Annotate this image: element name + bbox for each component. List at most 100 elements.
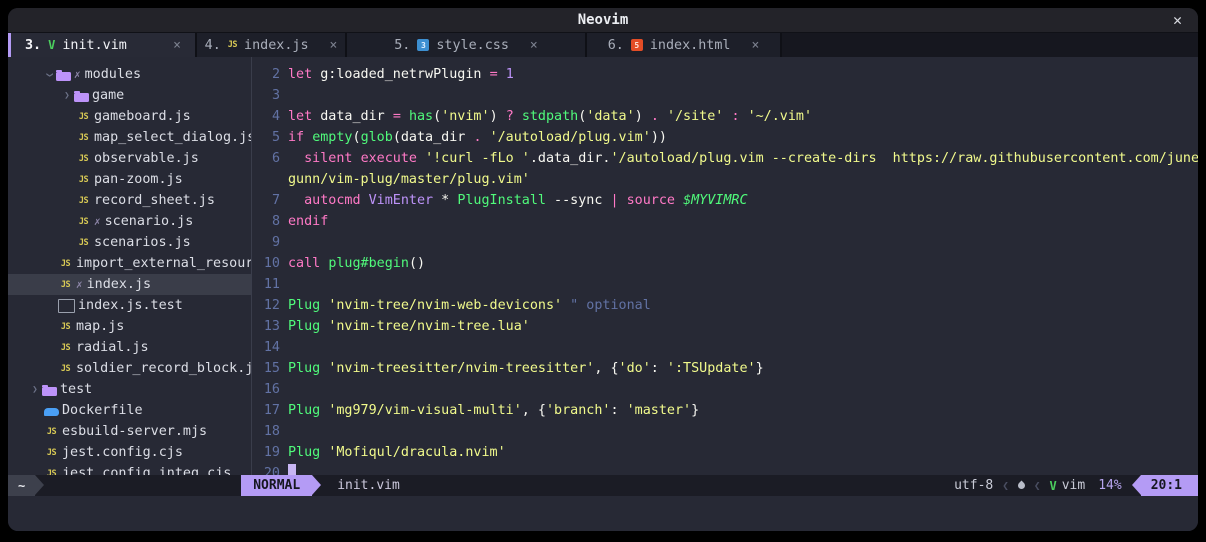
code-line-16[interactable]: 16 bbox=[252, 379, 1198, 400]
code-line-6[interactable]: 6 silent execute '!curl -fLo '.data_dir.… bbox=[252, 148, 1198, 169]
tree-item-game[interactable]: ❯ game bbox=[8, 85, 251, 106]
token: endif bbox=[288, 214, 328, 229]
token: let bbox=[288, 109, 312, 124]
tree-item-scenarios-js[interactable]: JSscenarios.js bbox=[8, 232, 251, 253]
token: --sync bbox=[546, 193, 611, 208]
cursor-position: 20:1 bbox=[1141, 475, 1198, 496]
tab-index-js[interactable]: 4.JSindex.js× bbox=[197, 33, 347, 57]
scroll-progress: 14% bbox=[1098, 478, 1121, 493]
tab-style-css[interactable]: 5.3style.css× bbox=[347, 33, 587, 57]
tab-label: style.css bbox=[436, 38, 509, 53]
code-text: Plug 'mg979/vim-visual-multi', {'branch'… bbox=[280, 403, 699, 418]
code-text: let data_dir = has('nvim') ? stdpath('da… bbox=[280, 109, 812, 124]
chevron-left-icon: ❮ bbox=[1034, 479, 1041, 492]
code-line-10[interactable]: 10call plug#begin() bbox=[252, 253, 1198, 274]
editor-buffer[interactable]: 2let g:loaded_netrwPlugin = 1 3 4let data_… bbox=[252, 57, 1198, 475]
tree-item-dockerfile[interactable]: Dockerfile bbox=[8, 400, 251, 421]
code-line-20[interactable]: 20 bbox=[252, 463, 1198, 475]
token bbox=[514, 109, 522, 124]
tree-item-record-sheet-js[interactable]: JSrecord_sheet.js bbox=[8, 190, 251, 211]
tab-init-vim[interactable]: 3.Vinit.vim× bbox=[11, 33, 197, 57]
tree-item-test[interactable]: ❯test bbox=[8, 379, 251, 400]
statusline-right: utf-8 ❮ ❮ Vvim 14% bbox=[954, 475, 1122, 496]
window-close-icon[interactable]: ✕ bbox=[1173, 8, 1182, 32]
tree-item-modules[interactable]: ❯✗modules bbox=[8, 64, 251, 85]
tree-item-gameboard-js[interactable]: JSgameboard.js bbox=[8, 106, 251, 127]
token: silent bbox=[304, 151, 352, 166]
token: () bbox=[409, 256, 425, 271]
code-line-15[interactable]: 15Plug 'nvim-treesitter/nvim-treesitter'… bbox=[252, 358, 1198, 379]
tree-item-import-external-resour[interactable]: JSimport_external_resour bbox=[8, 253, 251, 274]
tree-status-segment: ~ bbox=[8, 475, 35, 496]
code-line-18[interactable]: 18 bbox=[252, 421, 1198, 442]
powerline-arrow bbox=[35, 475, 44, 495]
code-line-9[interactable]: 9 bbox=[252, 232, 1198, 253]
token bbox=[740, 109, 748, 124]
code-line-11[interactable]: 11 bbox=[252, 274, 1198, 295]
tree-item-index-js-test[interactable]: index.js.test bbox=[8, 295, 251, 316]
code-line-17[interactable]: 17Plug 'mg979/vim-visual-multi', {'branc… bbox=[252, 400, 1198, 421]
token: , { bbox=[522, 403, 546, 418]
token: $MYVIMRC bbox=[683, 193, 748, 208]
tree-item-map-js[interactable]: JSmap.js bbox=[8, 316, 251, 337]
js-icon: JS bbox=[76, 133, 91, 143]
tab-close-icon[interactable]: × bbox=[751, 38, 759, 53]
code-line-14[interactable]: 14 bbox=[252, 337, 1198, 358]
js-icon: JS bbox=[228, 40, 237, 50]
folder-icon bbox=[74, 93, 89, 102]
line-number: 15 bbox=[252, 361, 280, 376]
chevron-right-icon[interactable]: ❯ bbox=[28, 385, 42, 395]
tree-item-soldier-record-block-j[interactable]: JSsoldier_record_block.j bbox=[8, 358, 251, 379]
file-tree[interactable]: ❯✗modules❯gameJSgameboard.jsJSmap_select… bbox=[8, 57, 252, 475]
token: } bbox=[691, 403, 699, 418]
code-line-19[interactable]: 19Plug 'Mofiqul/dracula.nvim' bbox=[252, 442, 1198, 463]
line-number: 6 bbox=[252, 151, 280, 166]
tree-item-jest-config-integ-cjs[interactable]: JSjest.config.integ.cjs bbox=[8, 463, 251, 475]
titlebar[interactable]: Neovim ✕ bbox=[8, 8, 1198, 33]
token bbox=[288, 151, 304, 166]
token: : bbox=[731, 109, 739, 124]
code-line-3[interactable]: 3 bbox=[252, 85, 1198, 106]
code-line-5[interactable]: 5if empty(glob(data_dir . '/autoload/plu… bbox=[252, 127, 1198, 148]
command-line[interactable] bbox=[8, 496, 1198, 531]
main-content: ❯✗modules❯gameJSgameboard.jsJSmap_select… bbox=[8, 57, 1198, 475]
tree-item-esbuild-server-mjs[interactable]: JSesbuild-server.mjs bbox=[8, 421, 251, 442]
tree-item-map-select-dialog-js[interactable]: JSmap_select_dialog.js bbox=[8, 127, 251, 148]
token: data_dir bbox=[312, 109, 393, 124]
token: Plug bbox=[288, 445, 320, 460]
token: . bbox=[473, 130, 481, 145]
code-line-12[interactable]: 12Plug 'nvim-tree/nvim-web-devicons' " o… bbox=[252, 295, 1198, 316]
token: 'do' bbox=[619, 361, 651, 376]
tree-item-observable-js[interactable]: JSobservable.js bbox=[8, 148, 251, 169]
code-line-2[interactable]: 2let g:loaded_netrwPlugin = 1 bbox=[252, 64, 1198, 85]
tree-item-label: game bbox=[92, 88, 124, 103]
code-line-7[interactable]: 7 autocmd VimEnter * PlugInstall --sync … bbox=[252, 190, 1198, 211]
tree-item-label: gameboard.js bbox=[94, 109, 191, 124]
code-line-wrap[interactable]: gunn/vim-plug/master/plug.vim' bbox=[252, 169, 1198, 190]
tree-item-scenario-js[interactable]: JS✗scenario.js bbox=[8, 211, 251, 232]
tree-item-index-js[interactable]: JS✗index.js bbox=[8, 274, 251, 295]
token: call bbox=[288, 256, 320, 271]
token bbox=[562, 298, 570, 313]
tab-close-icon[interactable]: × bbox=[330, 38, 338, 53]
filetype-indicator: Vvim bbox=[1049, 478, 1085, 493]
statusline-gap bbox=[44, 475, 241, 496]
line-number: 3 bbox=[252, 88, 280, 103]
token: ) bbox=[490, 109, 506, 124]
x-mark-icon: ✗ bbox=[74, 68, 81, 81]
code-line-13[interactable]: 13Plug 'nvim-tree/nvim-tree.lua' bbox=[252, 316, 1198, 337]
tree-item-label: scenario.js bbox=[105, 214, 194, 229]
code-line-4[interactable]: 4let data_dir = has('nvim') ? stdpath('d… bbox=[252, 106, 1198, 127]
chevron-right-icon[interactable]: ❯ bbox=[60, 91, 74, 101]
chevron-down-icon[interactable]: ❯ bbox=[44, 68, 54, 82]
code-line-8[interactable]: 8endif bbox=[252, 211, 1198, 232]
tab-index-html[interactable]: 6.5index.html× bbox=[587, 33, 782, 57]
token: stdpath bbox=[522, 109, 578, 124]
tree-item-jest-config-cjs[interactable]: JSjest.config.cjs bbox=[8, 442, 251, 463]
tab-close-icon[interactable]: × bbox=[530, 38, 538, 53]
tree-item-pan-zoom-js[interactable]: JSpan-zoom.js bbox=[8, 169, 251, 190]
code-text: autocmd VimEnter * PlugInstall --sync | … bbox=[280, 193, 748, 208]
js-icon: JS bbox=[44, 427, 59, 437]
tree-item-radial-js[interactable]: JSradial.js bbox=[8, 337, 251, 358]
tab-close-icon[interactable]: × bbox=[173, 38, 181, 53]
